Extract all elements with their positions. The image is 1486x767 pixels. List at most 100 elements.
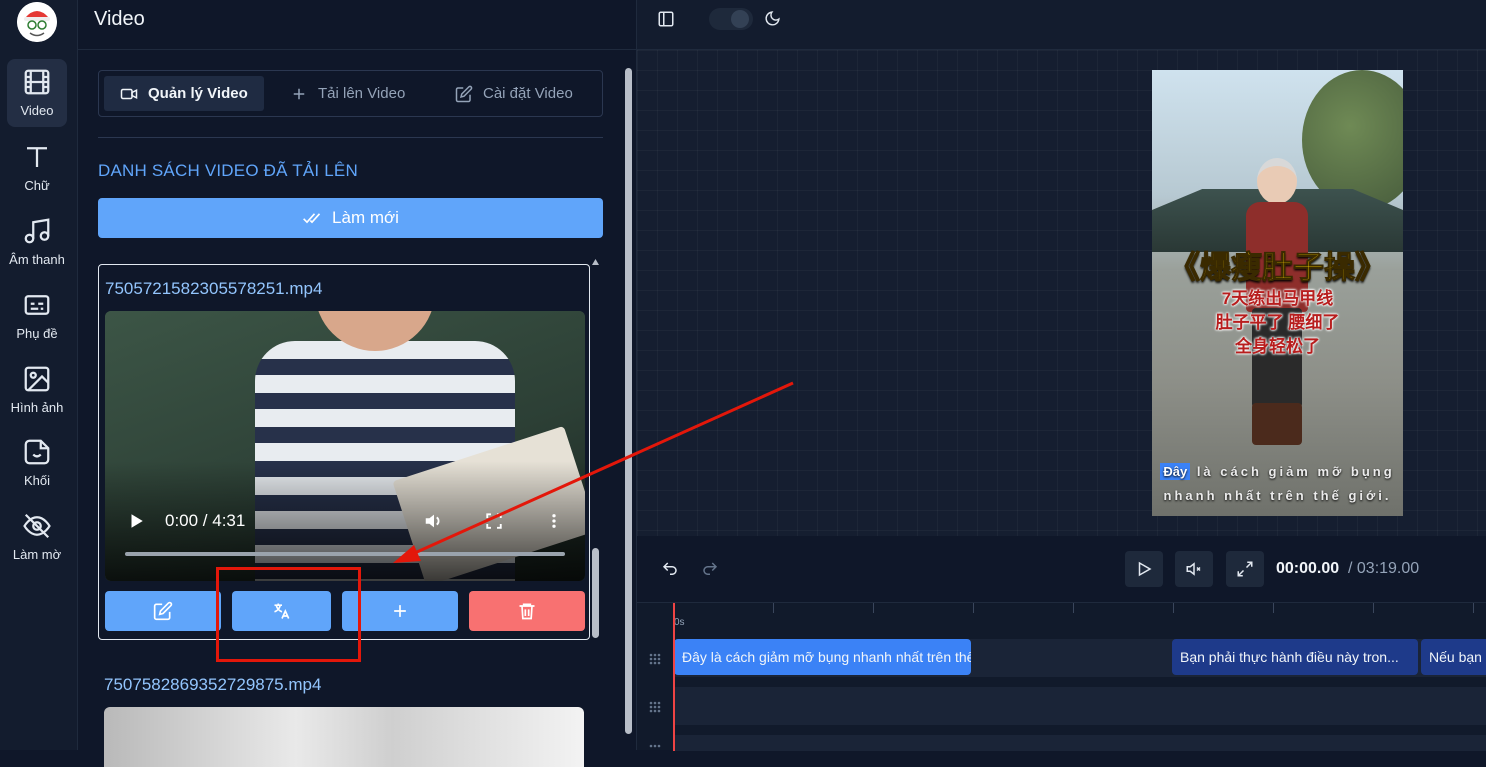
- preview-canvas: 《爆瘦肚子操》 7天练出马甲线 肚子平了 腰细了 全身轻松了 Đây là cá…: [637, 50, 1486, 536]
- sidebar-item-video[interactable]: Video: [7, 59, 67, 127]
- scrollbar-thumb[interactable]: [592, 548, 599, 638]
- ruler-tick: [1373, 603, 1374, 613]
- panel-scrollbar[interactable]: [623, 60, 633, 735]
- fullscreen-button[interactable]: [1226, 551, 1264, 587]
- preview-line-3: 全身轻松了: [1235, 337, 1320, 356]
- video-progress-bar[interactable]: [125, 552, 565, 556]
- expand-icon: [1237, 561, 1253, 577]
- tab-upload-video[interactable]: Tải lên Video: [274, 76, 421, 111]
- video-track[interactable]: [673, 687, 1486, 725]
- mute-button[interactable]: [1175, 551, 1213, 587]
- audio-track[interactable]: [673, 735, 1486, 751]
- music-icon: [24, 218, 50, 244]
- clip-text: Đây là cách giảm mỡ bụng nhanh nhất trên…: [682, 649, 971, 665]
- video-player[interactable]: 0:00 / 4:31: [105, 311, 585, 581]
- character-head: [1257, 158, 1297, 204]
- tab-manage-video[interactable]: Quản lý Video: [104, 76, 264, 111]
- volume-mute-icon: [1186, 562, 1201, 576]
- play-icon: [1138, 561, 1152, 577]
- subtitle-text: là cách giảm mỡ bụng: [1190, 464, 1395, 479]
- tab-label: Cài đặt Video: [483, 85, 573, 102]
- play-button[interactable]: [1125, 551, 1163, 587]
- volume-icon[interactable]: [423, 510, 445, 532]
- drag-handle-icon[interactable]: [648, 652, 662, 666]
- app-logo: [17, 2, 57, 42]
- video-camera-icon: [120, 88, 138, 99]
- editor-topbar: [637, 0, 1486, 50]
- ruler-label: 0s: [674, 617, 685, 628]
- sidebar-item-label: Khối: [23, 473, 51, 488]
- sidebar-item-label: Phụ đề: [16, 326, 58, 341]
- ruler-tick: [1073, 603, 1074, 613]
- film-icon: [24, 69, 50, 95]
- drag-handle-icon[interactable]: [648, 743, 662, 757]
- sidebar-item-audio[interactable]: Âm thanh: [7, 208, 67, 276]
- sidebar-item-label: Video: [20, 103, 54, 118]
- clip-text: Bạn phải thực hành điều này tron...: [1180, 649, 1399, 665]
- ruler-tick: [773, 603, 774, 613]
- playhead[interactable]: [673, 603, 675, 751]
- santa-logo-icon: [17, 2, 57, 42]
- sidebar-item-blur[interactable]: Làm mờ: [7, 503, 67, 571]
- text-icon: [27, 147, 47, 167]
- sidebar-item-label: Làm mờ: [12, 547, 62, 562]
- edit-icon: [153, 601, 173, 621]
- tab-video-settings[interactable]: Cài đặt Video: [439, 76, 589, 111]
- sidebar-item-subtitles[interactable]: Phụ đề: [7, 282, 67, 350]
- video-thumbnail[interactable]: [104, 707, 584, 767]
- section-title: DANH SÁCH VIDEO ĐÃ TẢI LÊN: [98, 161, 358, 180]
- ruler-tick: [1473, 603, 1474, 613]
- tab-label: Tải lên Video: [318, 85, 406, 102]
- sidebar-item-label: Âm thanh: [9, 252, 65, 267]
- play-icon[interactable]: [127, 512, 145, 530]
- theme-toggle[interactable]: [709, 8, 753, 30]
- drag-handle-icon[interactable]: [648, 700, 662, 714]
- plus-icon: [394, 605, 406, 617]
- sidebar: Video Chữ Âm thanh Phụ đề Hình ảnh Khối …: [0, 0, 78, 750]
- sidebar-item-image[interactable]: Hình ảnh: [7, 356, 67, 424]
- card-list-scrollbar[interactable]: [590, 258, 600, 642]
- subtitle-clip[interactable]: Nếu bạn: [1421, 639, 1486, 675]
- edit-icon: [455, 85, 473, 102]
- video-preview[interactable]: 《爆瘦肚子操》 7天练出马甲线 肚子平了 腰细了 全身轻松了 Đây là cá…: [1152, 70, 1403, 516]
- preview-line-2: 肚子平了 腰细了: [1215, 313, 1340, 332]
- panel-header: Video: [78, 0, 637, 50]
- ruler-tick: [873, 603, 874, 613]
- more-vertical-icon[interactable]: [545, 511, 563, 531]
- subtitle-clip[interactable]: Đây là cách giảm mỡ bụng nhanh nhất trên…: [674, 639, 971, 675]
- sidebar-item-label: Chữ: [24, 178, 50, 193]
- toggle-knob: [731, 10, 749, 28]
- video-time: 0:00 / 4:31: [165, 511, 246, 530]
- undo-icon[interactable]: [661, 560, 679, 578]
- subtitles-icon: [24, 295, 50, 315]
- timeline-ruler[interactable]: 0s: [673, 603, 1486, 628]
- sidebar-toggle-icon[interactable]: [657, 10, 675, 28]
- scroll-up-arrow-icon[interactable]: [591, 258, 600, 266]
- panel-title: Video: [94, 8, 145, 30]
- sidebar-item-sticker[interactable]: Khối: [7, 429, 67, 497]
- subtitle-highlight-word: Đây: [1160, 463, 1191, 480]
- fullscreen-icon[interactable]: [485, 512, 503, 530]
- scrollbar-thumb[interactable]: [625, 68, 632, 734]
- divider: [98, 137, 603, 138]
- annotation-highlight-box: [216, 567, 361, 662]
- tab-bar: Quản lý Video Tải lên Video Cài đặt Vide…: [98, 70, 603, 117]
- moon-icon: [765, 11, 780, 26]
- video-file-name: 7507582869352729875.mp4: [104, 675, 322, 694]
- sticker-icon: [24, 439, 50, 465]
- player-controls: 00:00.00 / 03:19.00: [637, 536, 1486, 602]
- total-time: / 03:19.00: [1348, 560, 1420, 577]
- edit-video-button[interactable]: [105, 591, 221, 631]
- clip-text: Nếu bạn: [1429, 649, 1482, 665]
- image-icon: [24, 366, 50, 392]
- trash-icon: [519, 603, 535, 620]
- delete-video-button[interactable]: [469, 591, 585, 631]
- subtitle-clip[interactable]: Bạn phải thực hành điều này tron...: [1172, 639, 1418, 675]
- redo-icon[interactable]: [701, 560, 719, 578]
- video-file-name: 7505721582305578251.mp4: [105, 279, 323, 298]
- refresh-button[interactable]: Làm mới: [98, 198, 603, 238]
- ruler-tick: [1273, 603, 1274, 613]
- sidebar-item-label: Hình ảnh: [10, 400, 64, 415]
- sidebar-item-text[interactable]: Chữ: [7, 134, 67, 202]
- preview-subtitle-line-2: nhanh nhất trên thế giới.: [1163, 488, 1392, 503]
